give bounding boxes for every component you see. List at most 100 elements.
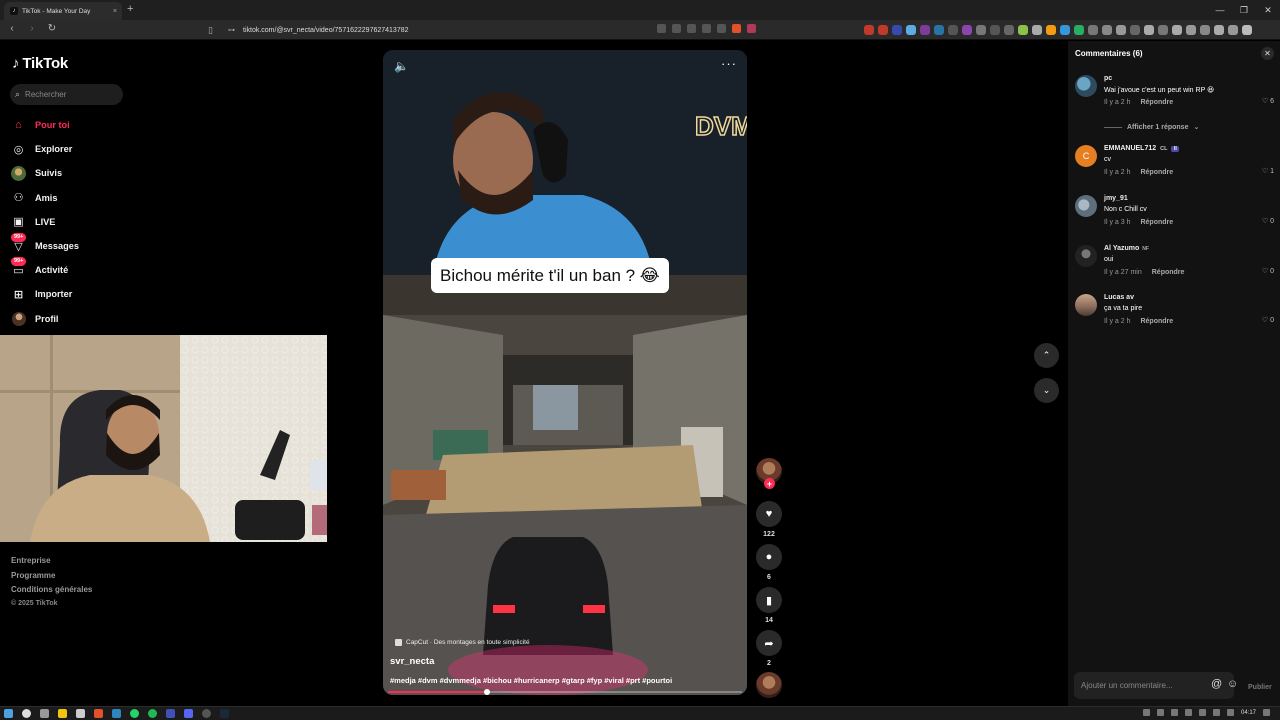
capcut-label[interactable]: CapCut · Des montages en toute simplicit… [395,639,530,646]
comment-like[interactable]: ♡ 1 [1262,167,1274,175]
share-action[interactable]: ➦ 2 [755,630,783,667]
comment-avatar[interactable] [1075,75,1097,97]
sidebar-item-live[interactable]: ▣ LIVE [11,210,131,234]
reload-icon[interactable]: ↻ [46,23,58,34]
extension-icon[interactable] [1158,25,1168,35]
tray-app-icon[interactable] [1170,709,1178,716]
footer-link-entreprise[interactable]: Entreprise [11,556,92,571]
site-info-icon[interactable]: ⊶ [228,26,235,34]
sidebar-item-profil[interactable]: Profil [11,307,131,331]
forward-icon[interactable]: › [26,23,38,34]
bookmark-icon[interactable]: ▯ [208,25,213,36]
reply-button[interactable]: Répondre [1140,169,1173,176]
comment-username[interactable]: Al Yazumo NF [1104,245,1149,252]
comment-like[interactable]: ♡ 0 [1262,267,1274,275]
extension-icon[interactable] [1004,25,1014,35]
video-hashtags[interactable]: #medja #dvm #dvmmedja #bichou #hurricane… [390,676,672,685]
footer-link-conditions[interactable]: Conditions générales [11,585,92,600]
whatsapp-icon[interactable] [130,709,139,718]
comment-avatar[interactable] [1075,294,1097,316]
sidebar-item-explorer[interactable]: ◎ Explorer [11,137,131,161]
extension-icon[interactable] [976,25,986,35]
search-box[interactable]: ⌕ [10,84,123,105]
translate-icon[interactable] [687,24,696,33]
extension-icon[interactable] [1130,25,1140,35]
tab-close-icon[interactable]: × [113,8,117,15]
extension-icon[interactable] [1074,25,1084,35]
sidebar-item-messages[interactable]: ▽ 99+ Messages [11,232,131,258]
comment-like[interactable]: ♡ 0 [1262,217,1274,225]
extension-icon[interactable] [1200,25,1210,35]
discord-icon[interactable] [184,709,193,718]
close-comments-button[interactable]: ✕ [1261,47,1274,60]
extension-icon[interactable] [948,25,958,35]
reply-button[interactable]: Répondre [1140,219,1173,226]
footer-link-programme[interactable]: Programme [11,571,92,586]
spotify-icon[interactable] [148,709,157,718]
sidebar-item-activite[interactable]: ▭ 99+ Activité [11,256,131,282]
zoom-icon[interactable] [702,24,711,33]
minimize-button[interactable]: — [1208,0,1232,20]
tray-app-icon[interactable] [1156,709,1164,716]
close-window-button[interactable]: ✕ [1256,0,1280,20]
extension-icon[interactable] [1214,25,1224,35]
new-tab-button[interactable]: + [127,3,133,15]
heart-icon[interactable]: ♥ [756,501,782,527]
extension-icon[interactable] [1102,25,1112,35]
share-icon[interactable]: ➦ [756,630,782,656]
comment-username[interactable]: Lucas av [1104,294,1134,301]
notifications-icon[interactable] [1263,709,1270,716]
extension-icon[interactable] [990,25,1000,35]
brave-shield-icon[interactable] [732,24,741,33]
extension-icon[interactable] [920,25,930,35]
app-icon[interactable] [166,709,175,718]
tray-expand-icon[interactable] [1142,709,1150,716]
volume-tray-icon[interactable] [1212,709,1220,716]
video-author[interactable]: svr_necta [390,656,434,667]
extension-icon[interactable] [906,25,916,35]
comment-input[interactable] [1081,681,1201,690]
sidebar-item-suivis[interactable]: Suivis [11,161,131,185]
extension-icon[interactable] [1172,25,1182,35]
clock[interactable]: 04:17 [1241,710,1256,716]
explorer-icon[interactable] [76,709,85,718]
back-icon[interactable]: ‹ [6,23,18,34]
extension-icon[interactable] [962,25,972,35]
save-action[interactable]: ▮ 14 [755,587,783,624]
author-avatar-button[interactable]: + [755,458,783,489]
sidebar-item-amis[interactable]: ⚇ Amis [11,186,131,210]
more-options-icon[interactable]: ··· [721,56,737,71]
extension-icon[interactable] [1032,25,1042,35]
video-player[interactable]: DVM Bichou mérite t'il un ban ? 😂 🔈 ··· … [383,50,747,695]
comment-like[interactable]: ♡ 6 [1262,97,1274,105]
comment-avatar[interactable] [1075,245,1097,267]
task-view-icon[interactable] [40,709,49,718]
extension-icon[interactable] [1088,25,1098,35]
bookmark-star-icon[interactable] [717,24,726,33]
comment-input-box[interactable]: @ ☺ [1074,672,1238,699]
like-action[interactable]: ♥ 122 [755,501,783,538]
address-bar[interactable]: ▯ ⊶ tiktok.com/@svr_necta/video/75716222… [206,22,762,38]
comment-username[interactable]: jmy_91 [1104,195,1128,202]
file-explorer-icon[interactable] [58,709,67,718]
music-disc-button[interactable] [755,672,783,698]
maximize-button[interactable]: ❐ [1232,0,1256,20]
sidebar-item-importer[interactable]: ⊞ Importer [11,282,131,306]
mention-icon[interactable]: @ [1211,678,1222,690]
music-disc-avatar[interactable] [756,672,782,698]
comment-avatar[interactable]: C [1075,145,1097,167]
taskbar-search-icon[interactable] [22,709,31,718]
video-progress-bar[interactable] [388,689,742,695]
previous-video-button[interactable]: ⌃ [1034,343,1059,368]
share-page-icon[interactable] [672,24,681,33]
obs-icon[interactable] [202,709,211,718]
browser-menu-icon[interactable] [1242,25,1252,35]
comment-like[interactable]: ♡ 0 [1262,316,1274,324]
reply-button[interactable]: Répondre [1140,318,1173,325]
author-avatar[interactable]: + [756,458,782,489]
extension-icon[interactable] [1046,25,1056,35]
comment-icon[interactable]: ● [756,544,782,570]
sidebar-item-pour-toi[interactable]: ⌂ Pour toi [11,113,131,137]
comment-username[interactable]: pc [1104,75,1112,82]
steam-icon[interactable] [220,709,229,718]
